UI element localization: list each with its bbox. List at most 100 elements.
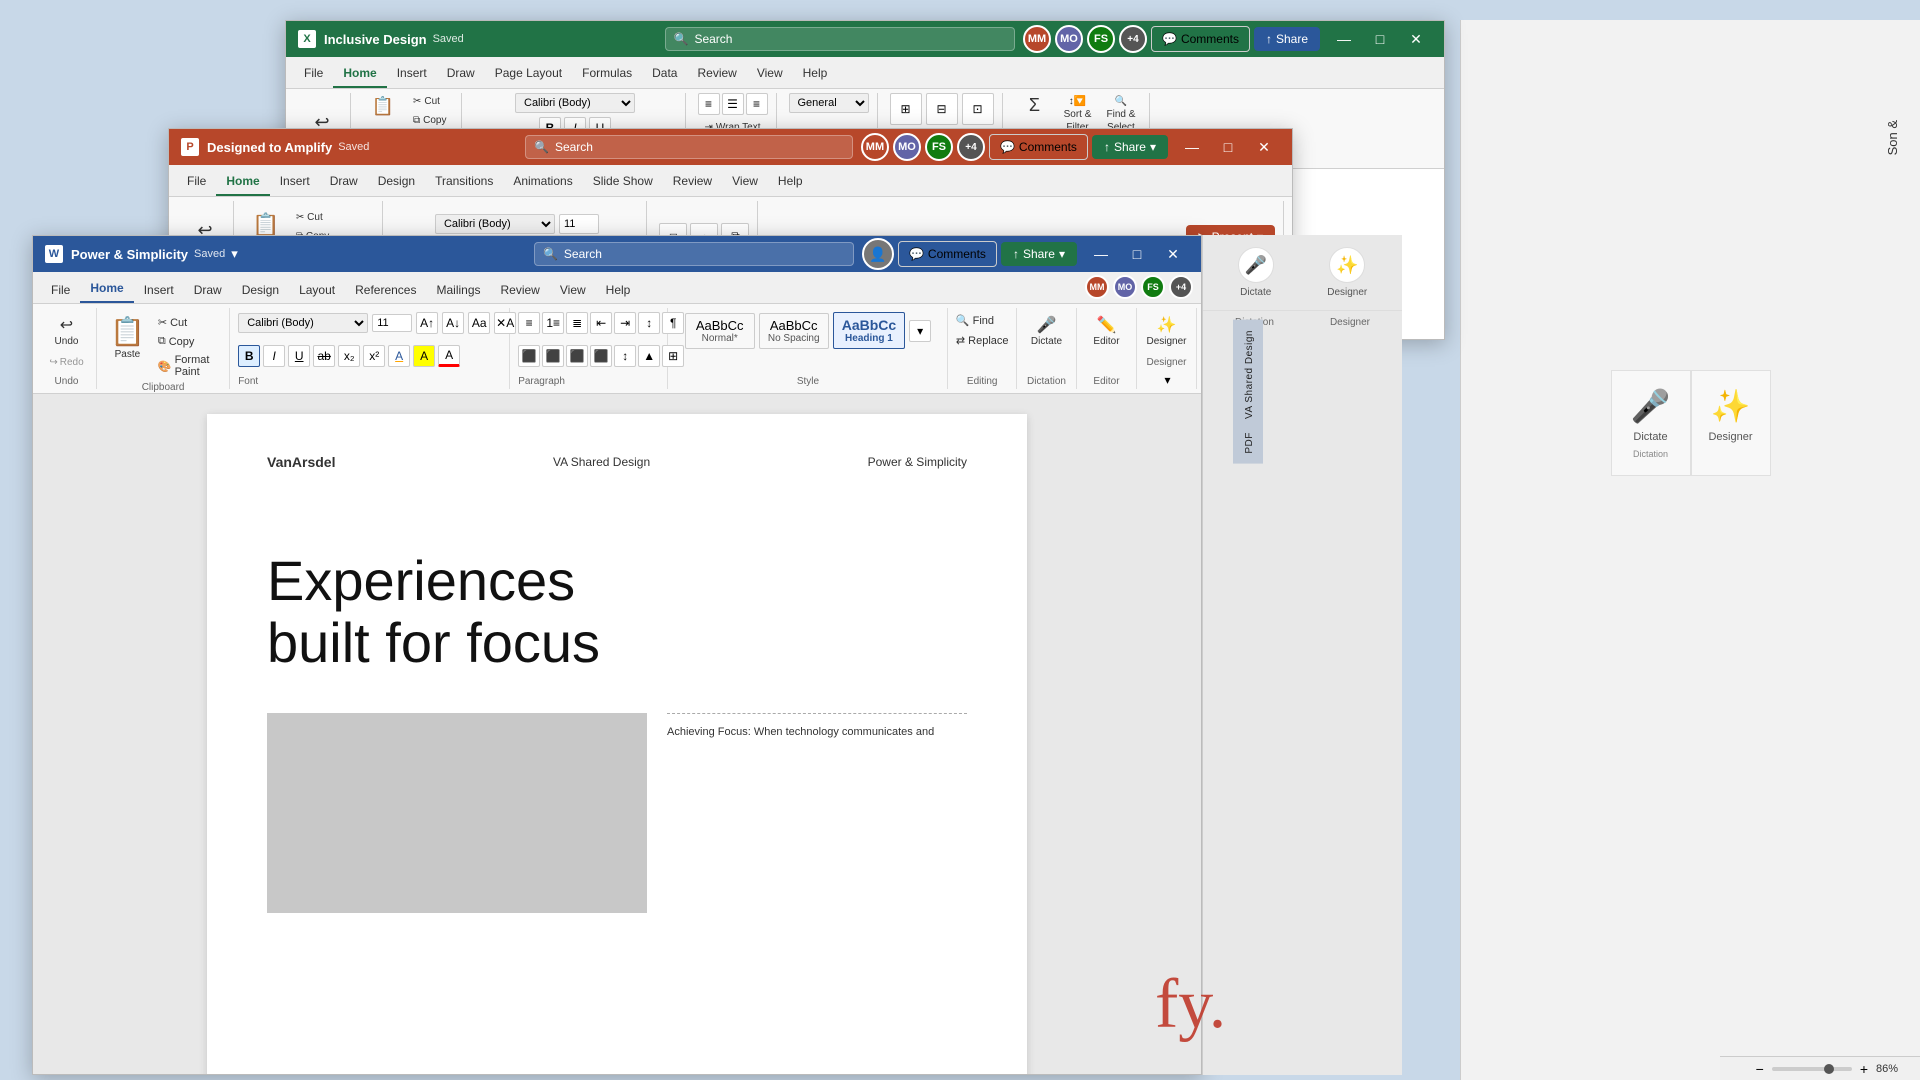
word-copy-button[interactable]: ⧉ Copy (154, 333, 221, 350)
excel-search-box[interactable]: 🔍 Search (665, 27, 1016, 51)
zoom-thumb[interactable] (1824, 1064, 1834, 1074)
word-highlight-button[interactable]: A (413, 345, 435, 367)
delete-cells-button[interactable]: ⊟ (926, 93, 958, 125)
align-left-button[interactable]: ≡ (698, 93, 720, 115)
excel-tab-data[interactable]: Data (642, 60, 687, 88)
word-texteffect-button[interactable]: A (388, 345, 410, 367)
indent-decrease-button[interactable]: ⇤ (590, 312, 612, 334)
ppt-tab-transitions[interactable]: Transitions (425, 168, 503, 196)
ppt-search-box[interactable]: 🔍 Search (525, 135, 853, 159)
close-button[interactable]: ✕ (1400, 25, 1432, 53)
word-font-size[interactable] (372, 314, 412, 332)
excel-tab-draw[interactable]: Draw (437, 60, 485, 88)
word-close[interactable]: ✕ (1157, 240, 1189, 268)
word-subscript-button[interactable]: x₂ (338, 345, 360, 367)
ppt-tab-help[interactable]: Help (768, 168, 813, 196)
word-bold-button[interactable]: B (238, 345, 260, 367)
word-underline-button[interactable]: U (288, 345, 310, 367)
zoom-plus-button[interactable]: + (1860, 1061, 1868, 1077)
word-replace-button[interactable]: ⇄ Replace (952, 332, 1013, 349)
style-heading1[interactable]: AaBbCc Heading 1 (833, 312, 905, 349)
word-tab-file[interactable]: File (41, 277, 80, 303)
ppt-tab-view[interactable]: View (722, 168, 768, 196)
word-undo-button[interactable]: ↩ Undo (50, 312, 84, 350)
word-tab-help[interactable]: Help (596, 277, 641, 303)
ppt-close[interactable]: ✕ (1248, 133, 1280, 161)
font-family-select[interactable]: Calibri (Body) (515, 93, 635, 113)
ppt-comments-button[interactable]: 💬 Comments (989, 134, 1088, 160)
ppt-minimize[interactable]: — (1176, 133, 1208, 161)
excel-tab-pagelayout[interactable]: Page Layout (485, 60, 572, 88)
word-strikethrough-button[interactable]: ab (313, 345, 335, 367)
zoom-minus-button[interactable]: − (1756, 1061, 1764, 1077)
align-left-button[interactable]: ⬛ (518, 345, 540, 367)
bullet-list-button[interactable]: ≡ (518, 312, 540, 334)
word-font-select[interactable]: Calibri (Body) (238, 313, 368, 333)
ppt-maximize[interactable]: □ (1212, 133, 1244, 161)
excel-comments-button[interactable]: 💬 Comments (1151, 26, 1250, 52)
word-search-box[interactable]: 🔍 Search (534, 242, 854, 266)
word-paste-button[interactable]: 📋 Paste (105, 312, 150, 363)
copy-button[interactable]: ⧉Copy (407, 112, 453, 129)
word-maximize[interactable]: □ (1121, 240, 1153, 268)
cut-button[interactable]: ✂Cut (407, 93, 453, 110)
word-tab-mailings[interactable]: Mailings (426, 277, 490, 303)
paste-button[interactable]: 📋 (363, 93, 403, 129)
shading-button[interactable]: ▲ (638, 345, 660, 367)
word-tab-review[interactable]: Review (491, 277, 550, 303)
word-dictate-button[interactable]: 🎤 Dictate (1026, 312, 1067, 350)
ppt-share-button[interactable]: ↑ Share ▾ (1092, 135, 1168, 159)
excel-tab-help[interactable]: Help (793, 60, 838, 88)
word-share-button[interactable]: ↑ Share ▾ (1001, 242, 1077, 266)
font-grow-button[interactable]: A↑ (416, 312, 438, 334)
excel-tab-insert[interactable]: Insert (387, 60, 437, 88)
align-center-button[interactable]: ⬛ (542, 345, 564, 367)
designer-expand-button[interactable]: ▾ (1164, 373, 1170, 387)
word-fontcolor-button[interactable]: A (438, 345, 460, 367)
ppt-tab-review[interactable]: Review (663, 168, 722, 196)
word-italic-button[interactable]: I (263, 345, 285, 367)
align-right-button[interactable]: ⬛ (566, 345, 588, 367)
word-tab-draw[interactable]: Draw (184, 277, 232, 303)
line-spacing-button[interactable]: ↕ (614, 345, 636, 367)
word-designer-button[interactable]: ✨ Designer (1141, 312, 1191, 350)
justify-button[interactable]: ⬛ (590, 345, 612, 367)
style-no-spacing[interactable]: AaBbCc No Spacing (759, 313, 829, 349)
ppt-tab-file[interactable]: File (177, 168, 216, 196)
word-tab-view[interactable]: View (550, 277, 596, 303)
ppt-font-size[interactable] (559, 214, 599, 234)
ppt-tab-draw[interactable]: Draw (320, 168, 368, 196)
minimize-button[interactable]: — (1328, 25, 1360, 53)
align-right-button[interactable]: ≡ (746, 93, 768, 115)
word-comments-button[interactable]: 💬 Comments (898, 241, 997, 267)
zoom-slider[interactable] (1772, 1067, 1852, 1071)
word-tab-insert[interactable]: Insert (134, 277, 184, 303)
excel-tab-home[interactable]: Home (333, 60, 386, 88)
word-format-paint-button[interactable]: 🎨 Format Paint (154, 352, 221, 380)
insert-cells-button[interactable]: ⊞ (890, 93, 922, 125)
designer-icon[interactable]: ✨ (1329, 247, 1365, 283)
align-center-button[interactable]: ☰ (722, 93, 744, 115)
word-superscript-button[interactable]: x² (363, 345, 385, 367)
word-tab-design[interactable]: Design (232, 277, 289, 303)
ppt-tab-animations[interactable]: Animations (503, 168, 582, 196)
number-format-select[interactable]: General (789, 93, 869, 113)
more-styles-button[interactable]: ▾ (909, 320, 931, 342)
maximize-button[interactable]: □ (1364, 25, 1396, 53)
format-cells-button[interactable]: ⊡ (962, 93, 994, 125)
word-tab-layout[interactable]: Layout (289, 277, 345, 303)
style-normal[interactable]: AaBbCc Normal* (685, 313, 755, 349)
far-designer-button[interactable]: ✨ Designer (1691, 370, 1771, 476)
ppt-cut-button[interactable]: ✂ Cut (290, 209, 374, 226)
dictate-icon[interactable]: 🎤 (1238, 247, 1274, 283)
va-shared-design-tab[interactable]: PDF VA Shared Design (1233, 320, 1263, 464)
word-cut-button[interactable]: ✂ Cut (154, 314, 221, 331)
word-tab-references[interactable]: References (345, 277, 426, 303)
word-editor-button[interactable]: ✏️ Editor (1088, 312, 1124, 350)
ppt-tab-design[interactable]: Design (368, 168, 425, 196)
far-dictate-button[interactable]: 🎤 Dictate Dictation (1611, 370, 1691, 476)
excel-tab-view[interactable]: View (747, 60, 793, 88)
number-list-button[interactable]: 1≡ (542, 312, 564, 334)
excel-tab-file[interactable]: File (294, 60, 333, 88)
excel-tab-review[interactable]: Review (687, 60, 746, 88)
